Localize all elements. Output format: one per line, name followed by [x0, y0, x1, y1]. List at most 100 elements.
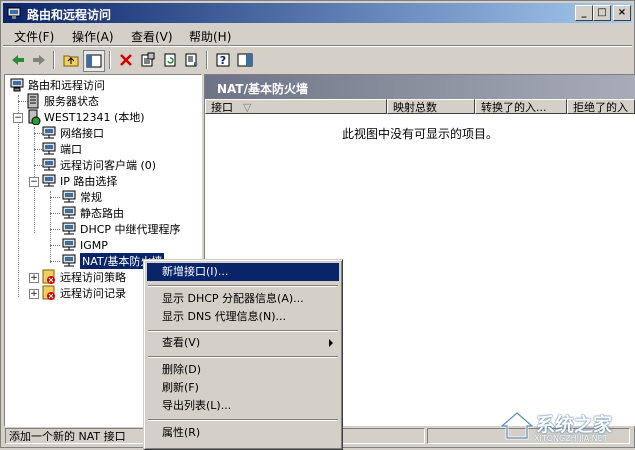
column-interface[interactable]: 接口 ▽ [205, 99, 387, 114]
tree-item-ports[interactable]: 端口 [41, 141, 82, 157]
column-mappings[interactable]: 映射总数 [387, 99, 475, 114]
column-headers: 接口 ▽ 映射总数 转换了的入... 拒绝了的入 [205, 99, 635, 116]
show-tree-icon[interactable] [83, 50, 105, 72]
tree-line [50, 245, 60, 246]
routing-icon [62, 238, 76, 251]
routing-icon [62, 206, 76, 219]
watermark-brand: 系统之家 [536, 414, 613, 436]
routing-app-icon [7, 7, 21, 19]
expand-toggle[interactable]: + [29, 289, 39, 299]
ctx-refresh[interactable]: 刷新(F) [147, 379, 339, 397]
ctx-view-label: 查看(V) [162, 336, 201, 349]
tree-line [50, 197, 60, 198]
tree-item-label: 服务器状态 [44, 95, 99, 108]
server-icon [27, 93, 39, 109]
tree-item-server-status[interactable]: 服务器状态 [25, 93, 99, 109]
ctx-properties[interactable]: 属性(R) [147, 424, 339, 442]
ctx-delete[interactable]: 删除(D) [147, 361, 339, 379]
watermark-url: XITONGZHIJIA.NET [534, 434, 608, 443]
expand-toggle[interactable]: + [29, 273, 39, 283]
routing-icon [42, 174, 56, 187]
policy-icon [42, 269, 55, 284]
collapse-toggle[interactable]: − [29, 177, 39, 187]
menu-action[interactable]: 操作(A) [72, 28, 114, 45]
tree-item-label: 常规 [80, 191, 102, 204]
tree-item-label: 远程访问记录 [60, 287, 126, 300]
ctx-view[interactable]: 查看(V) [147, 334, 339, 352]
tree-item-network-interfaces[interactable]: 网络接口 [41, 125, 104, 141]
forward-icon[interactable] [29, 50, 49, 70]
ctx-separator [148, 419, 338, 421]
maximize-button[interactable]: □ [593, 5, 611, 21]
tree-item-dhcp-relay[interactable]: DHCP 中继代理程序 [61, 221, 181, 237]
tree-item-logging[interactable]: 远程访问记录 [41, 285, 126, 301]
ctx-export[interactable]: 导出列表(L)... [147, 397, 339, 415]
tree-item-policies[interactable]: 远程访问策略 [41, 269, 126, 285]
refresh-icon[interactable] [160, 50, 180, 70]
server-online-icon [28, 109, 41, 125]
tree-line [50, 213, 60, 214]
tree-item-label: 静态路由 [80, 207, 124, 220]
menu-help[interactable]: 帮助(H) [189, 28, 231, 45]
title-bar[interactable]: 路由和远程访问 _ □ × [3, 3, 632, 23]
properties-icon[interactable] [138, 50, 158, 70]
tree-item-label: 端口 [60, 143, 82, 156]
tree-line [50, 191, 51, 263]
sort-arrow-icon: ▽ [243, 101, 252, 114]
back-icon[interactable] [8, 50, 28, 70]
firewall-icon [62, 254, 76, 267]
console-icon[interactable] [235, 50, 255, 70]
toolbar-separator [53, 51, 55, 69]
tree-item-label: WEST12341 (本地) [44, 111, 145, 124]
ctx-show-dhcp[interactable]: 显示 DHCP 分配器信息(A)... [147, 290, 339, 308]
close-button[interactable]: × [613, 5, 631, 21]
tree-line [18, 95, 19, 297]
tree-item-remote-clients[interactable]: 远程访问客户端 (0) [41, 157, 156, 173]
port-icon [42, 142, 56, 155]
minimize-button[interactable]: _ [575, 5, 593, 21]
up-folder-icon[interactable] [61, 50, 81, 70]
delete-icon[interactable] [116, 50, 136, 70]
tree-item-label: 网络接口 [60, 127, 104, 140]
tree-root-label: 路由和远程访问 [28, 79, 105, 92]
toolbar-separator [206, 51, 208, 69]
network-icon [42, 126, 56, 139]
help-icon[interactable]: ? [213, 50, 233, 70]
menu-file[interactable]: 文件(F) [14, 28, 54, 45]
house-logo-icon [500, 411, 534, 440]
ctx-new-interface[interactable]: 新增接口(I)... [147, 263, 339, 281]
submenu-arrow-icon [329, 339, 333, 347]
tree-root[interactable]: 路由和远程访问 [9, 77, 105, 93]
routing-icon [62, 190, 76, 203]
tree-item-ip-routing[interactable]: IP 路由选择 [41, 173, 117, 189]
collapse-toggle[interactable]: − [13, 113, 23, 123]
tree-item-server[interactable]: WEST12341 (本地) [25, 109, 145, 125]
tree-item-label: IGMP [80, 238, 108, 252]
tree-item-label: 远程访问客户端 (0) [60, 159, 157, 172]
routing-icon [62, 222, 76, 235]
context-menu: 新增接口(I)... 显示 DHCP 分配器信息(A)... 显示 DNS 代理… [143, 259, 343, 450]
routing-icon [10, 78, 24, 92]
ctx-separator [148, 285, 338, 287]
column-label: 接口 [211, 101, 233, 114]
menu-bar: 文件(F) 操作(A) 查看(V) 帮助(H) [3, 25, 632, 45]
tree-line [50, 261, 60, 262]
tree-item-label: DHCP 中继代理程序 [80, 223, 181, 236]
tree-item-igmp[interactable]: IGMP [61, 237, 108, 253]
details-title: NAT/基本防火墙 [217, 82, 308, 96]
tree-item-general[interactable]: 常规 [61, 189, 102, 205]
toolbar: ? [3, 47, 632, 73]
ctx-separator [148, 356, 338, 358]
column-inbound-rejected[interactable]: 拒绝了的入 [567, 99, 635, 114]
export-icon[interactable] [182, 50, 202, 70]
window-title: 路由和远程访问 [27, 8, 112, 22]
menu-view[interactable]: 查看(V) [131, 28, 173, 45]
toolbar-separator [109, 51, 111, 69]
ctx-show-dns[interactable]: 显示 DNS 代理信息(N)... [147, 308, 339, 326]
column-inbound-translated[interactable]: 转换了的入... [475, 99, 567, 114]
tree-item-label: IP 路由选择 [60, 175, 118, 188]
watermark-logo: 系统之家 XITONGZHIJIA.NET [500, 408, 630, 446]
log-icon [42, 285, 55, 300]
tree-line [50, 229, 60, 230]
tree-item-static-routes[interactable]: 静态路由 [61, 205, 124, 221]
